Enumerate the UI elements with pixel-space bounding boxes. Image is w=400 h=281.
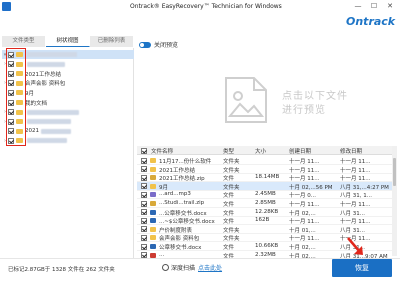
status-text: 已标记2.87GB于 1328 文件在 262 文件夹	[8, 267, 115, 273]
tree-item-label: 9月	[25, 90, 34, 97]
deep-scan-label: 深度扫描	[171, 265, 196, 272]
folder-file-icon	[150, 166, 156, 172]
cell-name: ...	[159, 251, 165, 258]
image-placeholder-icon	[225, 77, 267, 123]
app-icon	[2, 2, 11, 11]
cell-size: 12.28KB	[255, 208, 279, 215]
file-grid-header: 文件名称 类型 大小 创建日期 修改日期	[137, 146, 394, 155]
maximize-button[interactable]: ☐	[368, 1, 380, 12]
file-row-checkbox[interactable]	[141, 200, 147, 207]
title-bar: Ontrack® EasyRecovery™ Technician for Wi…	[0, 0, 400, 14]
close-button[interactable]: ✕	[384, 1, 396, 12]
select-all-checkbox[interactable]	[141, 147, 147, 154]
column-modified[interactable]: 修改日期	[340, 147, 362, 155]
zip-file-icon	[150, 201, 156, 206]
tab-tree-view[interactable]: 树状视图	[46, 36, 90, 47]
pdf-file-icon	[150, 252, 156, 258]
folder-file-icon	[150, 226, 156, 232]
recover-button[interactable]: 恢复	[332, 259, 392, 277]
column-size[interactable]: 大小	[255, 147, 266, 155]
brand-logo: Ontrack	[346, 15, 396, 28]
redacted-text	[27, 109, 79, 115]
doc-file-icon	[150, 244, 156, 249]
cell-size: 18.14MB	[255, 174, 280, 181]
cell-size: 2.85MB	[255, 200, 276, 206]
file-row-checkbox[interactable]	[141, 174, 147, 181]
doc-file-icon	[150, 218, 156, 224]
tree-item-label: 合声会影 资料包	[25, 81, 66, 88]
folder-file-icon	[150, 183, 156, 189]
highlight-box	[6, 48, 26, 146]
view-tabs: 文件类型 树状视图 已删除列表	[2, 36, 134, 47]
folder-file-icon	[150, 235, 156, 241]
redacted-text	[27, 138, 67, 144]
arrow-pointer-icon	[347, 237, 363, 255]
toggle-switch[interactable]	[139, 41, 151, 48]
tree-item-label: 2021	[25, 128, 39, 135]
folder-file-icon	[150, 158, 156, 163]
preview-toggle-label: 关闭预览	[154, 42, 179, 49]
minimize-button[interactable]: —	[352, 1, 364, 12]
preview-placeholder-text: 点击以下文件进行预览	[282, 91, 348, 116]
file-row-checkbox[interactable]	[141, 183, 147, 190]
cell-size: 2.45MB	[255, 191, 276, 198]
redacted-text	[27, 52, 77, 57]
tab-file-type[interactable]: 文件类型	[2, 36, 46, 47]
preview-toggle[interactable]: 关闭预览	[139, 40, 178, 49]
file-row-checkbox[interactable]	[141, 234, 147, 241]
header-bar: Ontrack	[0, 14, 400, 34]
tree-item-label: 我的文档	[25, 100, 48, 107]
file-row-checkbox[interactable]	[141, 191, 147, 198]
cell-size: 2.32MB	[255, 251, 276, 258]
column-type[interactable]: 类型	[223, 147, 234, 155]
zip-file-icon	[150, 175, 156, 181]
file-row-checkbox[interactable]	[141, 166, 147, 173]
redacted-text	[41, 128, 71, 134]
column-created[interactable]: 创建日期	[289, 147, 311, 155]
grid-scroll-thumb[interactable]	[393, 158, 396, 186]
cell-name: ...ard...mp3	[159, 191, 191, 198]
tab-deleted-list[interactable]: 已删除列表	[90, 36, 134, 47]
deep-scan: 深度扫描 点击此处	[162, 263, 222, 272]
tree-item-label: 2021工作总结	[25, 71, 61, 78]
cell-size: 10.66KB	[255, 243, 279, 249]
doc-file-icon	[150, 209, 156, 215]
column-name[interactable]: 文件名称	[151, 147, 173, 155]
file-row-checkbox[interactable]	[141, 226, 147, 233]
redacted-text	[27, 61, 65, 67]
file-row-checkbox[interactable]	[141, 243, 147, 250]
deep-scan-link[interactable]: 点击此处	[198, 263, 222, 272]
window-title: Ontrack® EasyRecovery™ Technician for Wi…	[130, 3, 282, 10]
file-row-checkbox[interactable]	[141, 209, 147, 216]
cell-size: 162B	[255, 217, 270, 224]
redacted-text	[27, 119, 71, 125]
mp3-file-icon	[150, 192, 156, 198]
file-row-checkbox[interactable]	[141, 217, 147, 224]
scan-icon	[162, 264, 169, 271]
cell-name: ...Studi...trail.zip	[159, 200, 205, 206]
file-row-checkbox[interactable]	[141, 157, 147, 164]
